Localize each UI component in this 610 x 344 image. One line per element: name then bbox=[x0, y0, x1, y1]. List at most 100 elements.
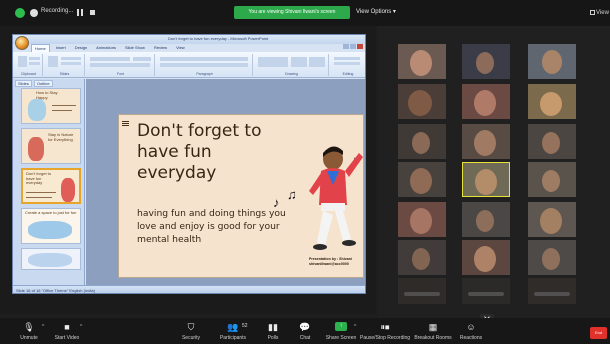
tab-outline[interactable]: Outline bbox=[33, 80, 53, 87]
ribbon-group-clipboard[interactable]: Clipboard bbox=[15, 54, 43, 76]
font-format-buttons[interactable] bbox=[90, 63, 150, 67]
tab-home[interactable]: Home bbox=[31, 44, 50, 52]
font-name-select[interactable] bbox=[90, 57, 130, 61]
participant-video-tile[interactable] bbox=[398, 202, 446, 237]
thumbnail-illustration bbox=[28, 99, 46, 121]
reset-icon[interactable] bbox=[61, 62, 81, 65]
layout-icon[interactable] bbox=[61, 57, 81, 60]
participants-count: 52 bbox=[242, 323, 248, 329]
quick-styles-button[interactable] bbox=[309, 57, 325, 67]
participant-video-tile[interactable] bbox=[462, 84, 510, 119]
participant-video-tile[interactable] bbox=[462, 44, 510, 79]
microphone-muted-icon: 🎙 bbox=[23, 322, 35, 332]
ribbon-group-drawing[interactable]: Drawing bbox=[255, 54, 329, 76]
find-button[interactable] bbox=[334, 57, 360, 60]
thumbnail-text-line bbox=[52, 105, 76, 106]
participant-video-tile[interactable] bbox=[398, 240, 446, 275]
arrange-button[interactable] bbox=[291, 57, 307, 67]
ribbon-group-font[interactable]: Font bbox=[87, 54, 155, 76]
ribbon-group-paragraph[interactable]: Paragraph bbox=[157, 54, 253, 76]
recording-dot-icon bbox=[30, 9, 38, 17]
ribbon-group-label: Slides bbox=[59, 72, 70, 76]
participant-video-tile[interactable] bbox=[398, 124, 446, 159]
active-speaker-video-tile[interactable] bbox=[462, 162, 510, 197]
reactions-button[interactable]: ☺ Reactions bbox=[446, 320, 496, 344]
share-screen-label: Share Screen bbox=[325, 335, 357, 341]
slide-thumbnail-selected[interactable]: 15 Don't forget to have fun everyday bbox=[21, 168, 81, 204]
tab-review[interactable]: Review bbox=[151, 44, 170, 52]
window-controls[interactable] bbox=[342, 36, 364, 49]
pause-stop-recording-button[interactable]: ⏸⏹ Pause/Stop Recording bbox=[360, 320, 410, 344]
maximize-icon[interactable] bbox=[350, 44, 356, 49]
tab-slides[interactable]: Slides bbox=[15, 80, 32, 87]
participant-video-tile[interactable] bbox=[528, 162, 576, 197]
tab-design[interactable]: Design bbox=[72, 44, 90, 52]
start-video-button[interactable]: ■ ^ Start Video bbox=[42, 320, 92, 344]
slide-credit-line: shivaniilwani@acc0000 bbox=[309, 262, 349, 266]
breakout-rooms-icon: ▦ bbox=[428, 322, 438, 332]
thumbnail-title: Don't forget to have fun everyday bbox=[26, 171, 51, 185]
shield-icon: ⛉ bbox=[187, 322, 195, 332]
participant-video-tile[interactable] bbox=[398, 84, 446, 119]
participant-video-tile[interactable] bbox=[462, 278, 510, 304]
participant-video-tile[interactable] bbox=[398, 162, 446, 197]
close-icon[interactable] bbox=[357, 44, 363, 49]
participant-video-tile[interactable] bbox=[528, 240, 576, 275]
participant-video-tile[interactable] bbox=[528, 202, 576, 237]
shapes-gallery[interactable] bbox=[258, 57, 288, 67]
status-text: Slide 16 of 16 "Office Theme" English (I… bbox=[16, 288, 95, 293]
thumbnail-text-line bbox=[26, 197, 52, 198]
cut-icon[interactable] bbox=[29, 57, 40, 60]
security-shield-icon[interactable] bbox=[15, 8, 25, 18]
align-buttons[interactable] bbox=[160, 63, 248, 67]
tab-animations[interactable]: Animations bbox=[93, 44, 119, 52]
chevron-up-icon[interactable]: ^ bbox=[80, 324, 82, 330]
meeting-top-bar: Recording... You are viewing Shivani Ilw… bbox=[0, 0, 610, 26]
chevron-up-icon[interactable]: ^ bbox=[354, 324, 356, 330]
slide-thumbnail[interactable]: 16 Create a space to just for fun bbox=[21, 208, 81, 244]
recording-label: Recording... bbox=[41, 8, 74, 14]
pause-recording-icon[interactable] bbox=[77, 9, 84, 16]
current-slide: Don't forget to have fun everyday having… bbox=[118, 114, 364, 278]
tab-insert[interactable]: Insert bbox=[53, 44, 69, 52]
list-buttons[interactable] bbox=[160, 57, 248, 61]
thumbnail-text-line bbox=[52, 110, 72, 111]
view-options-button[interactable]: View Options ▾ bbox=[356, 8, 396, 15]
slide-body-text: having fun and doing things you love and… bbox=[137, 208, 286, 245]
participant-video-tile[interactable] bbox=[462, 124, 510, 159]
participant-video-tile[interactable] bbox=[398, 278, 446, 304]
font-size-select[interactable] bbox=[133, 57, 151, 61]
slide-thumbnail[interactable]: 14 Stay in Nature for Everything bbox=[21, 128, 81, 164]
tab-view[interactable]: View bbox=[173, 44, 188, 52]
thumbnail-illustration bbox=[61, 178, 75, 202]
ribbon-group-label: Font bbox=[116, 72, 124, 76]
ribbon-group-editing[interactable]: Editing bbox=[331, 54, 365, 76]
thumbnail-title: Stay in Nature for Everything bbox=[48, 132, 74, 142]
view-button[interactable]: View bbox=[590, 10, 609, 16]
tab-slide-show[interactable]: Slide Show bbox=[122, 44, 148, 52]
copy-icon[interactable] bbox=[29, 62, 40, 65]
ribbon-group-label: Editing bbox=[342, 72, 354, 76]
stop-recording-icon[interactable] bbox=[90, 10, 95, 15]
participant-video-tile[interactable] bbox=[528, 278, 576, 304]
participant-video-tile[interactable] bbox=[462, 202, 510, 237]
participant-video-tile[interactable] bbox=[398, 44, 446, 79]
slide-thumbnail[interactable] bbox=[21, 248, 81, 270]
participant-video-tile[interactable] bbox=[462, 240, 510, 275]
office-button-icon[interactable] bbox=[15, 36, 29, 50]
slide-credit-line: Presentation by : Shivani bbox=[309, 257, 352, 261]
participant-video-tile[interactable] bbox=[528, 84, 576, 119]
new-slide-icon[interactable] bbox=[48, 56, 58, 67]
ribbon-group-label: Drawing bbox=[285, 72, 298, 76]
participant-video-tile[interactable] bbox=[528, 124, 576, 159]
replace-button[interactable] bbox=[334, 62, 360, 65]
thumbnail-illustration bbox=[28, 137, 44, 161]
paste-icon[interactable] bbox=[18, 56, 27, 67]
minimize-icon[interactable] bbox=[343, 44, 349, 49]
share-screen-button[interactable]: ↑ ^ Share Screen bbox=[316, 320, 366, 344]
ribbon-group-slides[interactable]: Slides bbox=[45, 54, 85, 76]
slide-thumbnail[interactable]: 13 How to Stay Happy bbox=[21, 88, 81, 124]
participant-video-tile[interactable] bbox=[528, 44, 576, 79]
view-label: View bbox=[596, 10, 609, 16]
end-meeting-button[interactable]: End bbox=[590, 327, 607, 339]
